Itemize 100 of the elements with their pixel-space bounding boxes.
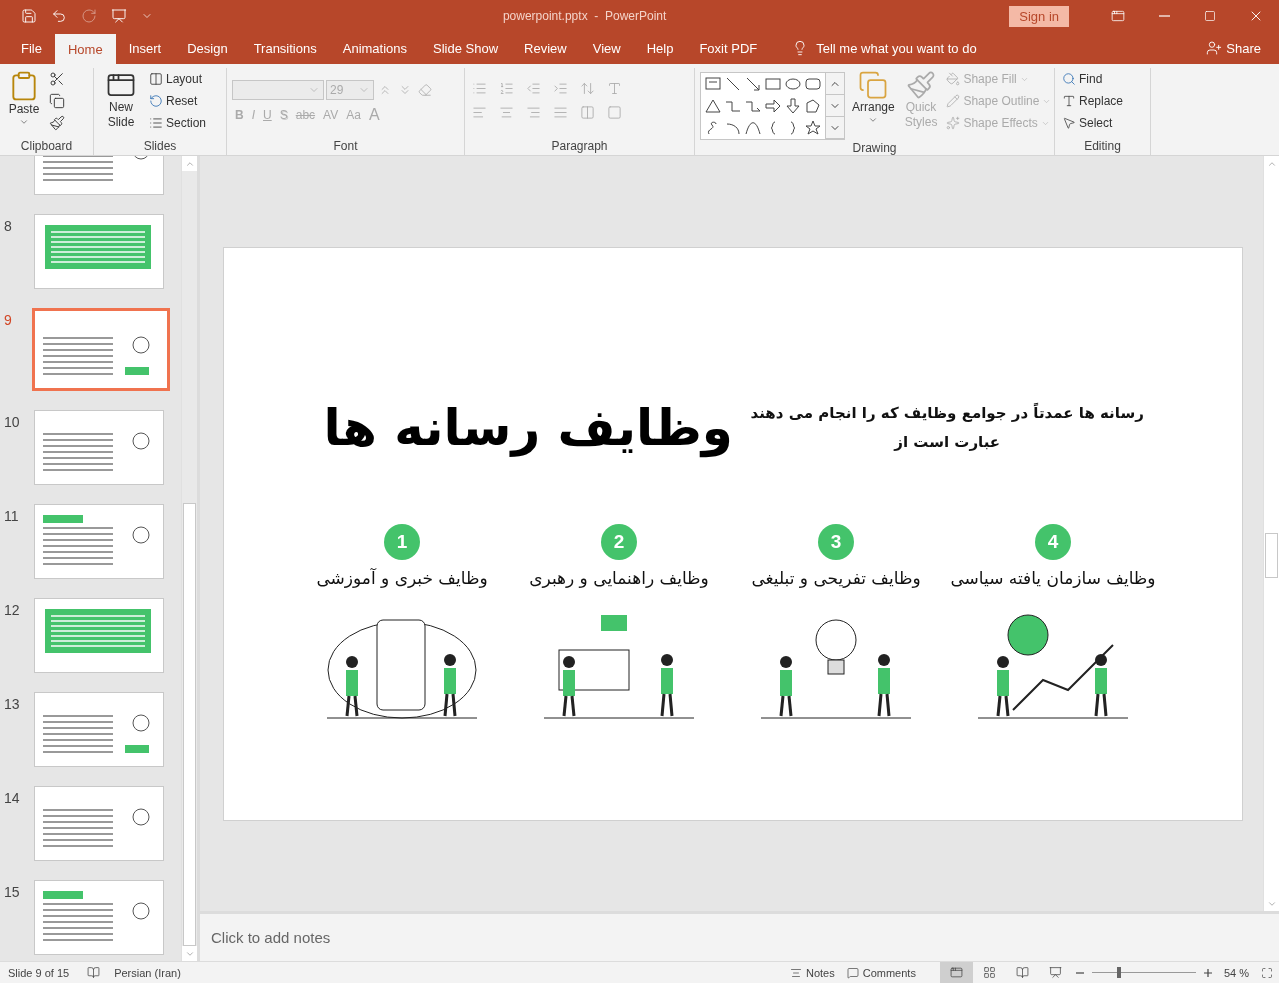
rounded-rectangle-shape-icon[interactable] (804, 75, 822, 93)
curve-shape-icon[interactable] (744, 119, 762, 137)
step-number: 2 (601, 523, 637, 560)
freeform-shape-icon[interactable] (804, 97, 822, 115)
step-number: 3 (818, 523, 854, 560)
layout-button[interactable]: Layout (147, 68, 209, 90)
arrange-icon (858, 70, 889, 100)
star-shape-icon[interactable] (804, 119, 822, 137)
notes-placeholder[interactable]: Click to add notes (211, 929, 331, 946)
ribbon-tab[interactable]: Animations (329, 32, 421, 64)
editing-button[interactable]: Replace (1060, 90, 1126, 112)
step-number: 4 (1035, 523, 1071, 560)
ribbon-tab[interactable]: Foxit PDF (686, 32, 771, 64)
section-button[interactable]: Section (147, 112, 209, 134)
step-label: وظایف سازمان یافته سیاسی (950, 567, 1156, 588)
slide-counter: Slide 9 of 15 (8, 966, 70, 979)
ribbon-tab[interactable]: File (8, 32, 55, 64)
presentation-icon (1048, 966, 1062, 979)
step-number: 1 (384, 523, 420, 560)
triangle-shape-icon[interactable] (704, 97, 722, 115)
columns-icon (580, 104, 595, 120)
reset-icon (149, 94, 163, 108)
arrange-button[interactable]: Arrange (849, 68, 898, 140)
comments-button[interactable]: Comments (840, 962, 922, 983)
slide-thumbnail[interactable] (34, 692, 164, 767)
ribbon-display-icon (1111, 9, 1125, 23)
ribbon-tab[interactable]: View (579, 32, 634, 64)
comment-icon (846, 966, 859, 979)
notes-button[interactable]: Notes (784, 962, 841, 983)
slide-thumbnail[interactable] (34, 880, 164, 955)
slide-number: 12 (3, 602, 21, 618)
line-spacing-icon (580, 80, 595, 96)
ribbon-tab[interactable]: Insert (115, 32, 175, 64)
sign-in-button[interactable]: Sign in (1009, 5, 1069, 27)
pointer-icon (1062, 116, 1076, 130)
ribbon-tab[interactable]: Transitions (240, 32, 330, 64)
text-direction-icon (607, 80, 622, 96)
layout-icon (149, 72, 163, 86)
right-arrow-shape-icon[interactable] (764, 97, 782, 115)
ribbon-tab[interactable]: Help (633, 32, 687, 64)
slide-title: وظایف رسانه ها (323, 398, 733, 457)
slide-thumbnail[interactable] (34, 598, 164, 673)
spellcheck-icon (87, 966, 101, 979)
step-label: وظایف تفریحی و تبلیغی (751, 567, 921, 588)
slide-thumbnail[interactable] (34, 410, 164, 485)
share-button[interactable]: Share (1200, 32, 1267, 64)
fit-icon (1261, 966, 1273, 979)
caret-icon (868, 115, 879, 125)
grow-font-icon (378, 83, 392, 97)
normal-view-icon (949, 966, 963, 979)
scrollbar-thumb[interactable] (183, 503, 196, 946)
scrollbar[interactable] (181, 156, 197, 961)
down-arrow-shape-icon[interactable] (784, 97, 802, 115)
ribbon-tab[interactable]: Home (54, 34, 116, 64)
normal-view-button[interactable] (939, 962, 973, 983)
zoom-slider-thumb[interactable] (1116, 967, 1121, 978)
text-box-icon (607, 104, 622, 120)
ribbon-tab[interactable]: Review (511, 32, 580, 64)
undo-icon (51, 8, 67, 24)
scrollbar-thumb[interactable] (1265, 532, 1278, 578)
zoom-level[interactable]: 54 % (1223, 966, 1249, 979)
editing-button[interactable]: Select (1060, 112, 1126, 134)
minimize-icon (1158, 15, 1170, 17)
save-icon (21, 8, 37, 24)
increase-indent-icon (553, 80, 568, 96)
align-center-icon (499, 104, 514, 120)
reset-button[interactable]: Reset (147, 90, 209, 112)
slide-thumbnail[interactable] (34, 214, 164, 289)
line-shape-icon[interactable] (724, 75, 742, 93)
arrow-shape-icon[interactable] (744, 75, 762, 93)
new-slide-button[interactable]: New Slide (99, 68, 143, 138)
caret-icon (19, 117, 29, 127)
slide-thumbnail[interactable] (32, 308, 170, 391)
bullets-icon (472, 80, 487, 96)
slide-number: 8 (3, 218, 13, 234)
minus-icon (1075, 971, 1084, 974)
shrink-font-icon (398, 83, 412, 97)
search-icon (1062, 72, 1076, 86)
oval-shape-icon[interactable] (784, 75, 802, 93)
slide-thumbnail[interactable] (34, 786, 164, 861)
group-label: Drawing (852, 140, 897, 157)
slide-number: 9 (3, 312, 13, 328)
slide-number: 15 (3, 884, 21, 900)
ribbon-tab[interactable]: Design (174, 32, 241, 64)
editing-button[interactable]: Find (1060, 68, 1126, 90)
paste-button[interactable]: Paste (5, 68, 43, 138)
tell-me-search[interactable]: Tell me what you want to do (786, 32, 983, 64)
justify-icon (553, 104, 568, 120)
slide-number: 14 (3, 790, 21, 806)
numbering-icon (499, 80, 514, 96)
paintbrush-icon (49, 115, 65, 131)
ribbon-tab[interactable]: Slide Show (420, 32, 512, 64)
restore-icon (1204, 10, 1216, 22)
step-label: وظایف خبری و آموزشی (316, 567, 488, 588)
person-plus-icon (1206, 40, 1223, 56)
book-icon (1015, 966, 1029, 979)
shapes-gallery[interactable] (700, 72, 845, 140)
scrollbar[interactable] (1263, 156, 1279, 911)
slide-thumbnail[interactable] (34, 156, 164, 195)
slide-thumbnail[interactable] (34, 504, 164, 579)
